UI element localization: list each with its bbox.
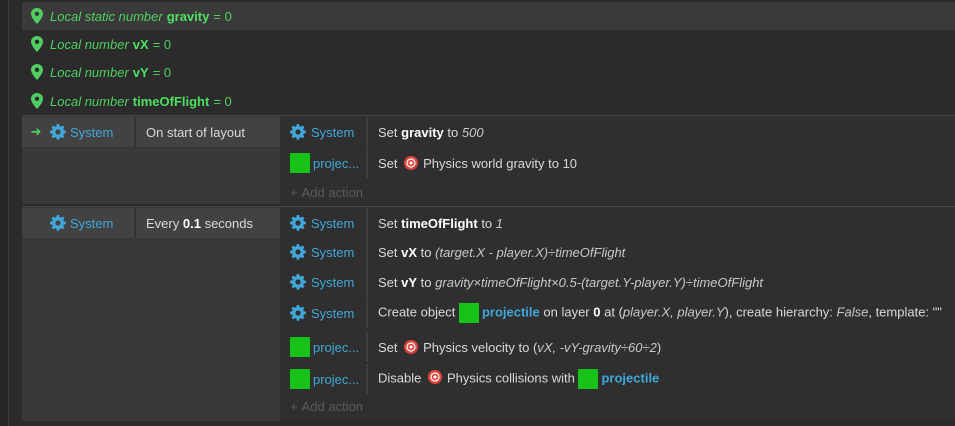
gear-icon [50, 124, 66, 140]
action-object-label: projec... [313, 339, 360, 355]
action-text: Set gravity to 500 [378, 124, 484, 140]
action-object[interactable]: projec... [280, 364, 368, 394]
gear-icon [290, 274, 306, 290]
variable-row[interactable]: Local static number gravity = 0 [22, 2, 955, 31]
variable-value: = 0 [213, 8, 232, 24]
physics-behavior-icon [427, 370, 442, 385]
gear-icon [290, 124, 306, 140]
variable-name: gravity [166, 8, 210, 24]
action-row[interactable]: System Set vY to gravity×timeOfFlight×0.… [280, 267, 955, 297]
action-text: Set Physics world gravity to 10 [378, 156, 578, 171]
variable-keyword: Local number [50, 93, 129, 109]
variable-value: = 0 [152, 64, 172, 80]
add-action-button[interactable]: + Add action [290, 185, 367, 200]
gear-icon [290, 244, 306, 260]
condition-object[interactable]: ➜ System [22, 117, 136, 147]
action-object[interactable]: System [280, 117, 368, 147]
physics-behavior-icon [404, 340, 419, 354]
variable-value: = 0 [152, 36, 172, 52]
projectile-sprite-icon [578, 369, 599, 389]
gear-icon [290, 215, 306, 231]
event-block[interactable]: ➜ System On start of layout System Set g… [22, 115, 955, 204]
plus-icon: + [290, 185, 298, 200]
location-pin-icon [31, 93, 43, 109]
event-block[interactable]: System Every 0.1 seconds System Set time… [22, 206, 955, 421]
condition-row[interactable]: System Every 0.1 seconds [22, 208, 280, 238]
condition-column: System Every 0.1 seconds [22, 207, 280, 421]
action-row[interactable]: System Set timeOfFlight to 1 [280, 208, 955, 238]
action-text: Set vX to (target.X - player.X)÷timeOfFl… [378, 244, 626, 260]
variable-row[interactable]: Local number vY = 0 [22, 58, 955, 86]
action-object[interactable]: System [280, 208, 368, 238]
action-object-label: projec... [313, 155, 360, 171]
action-row[interactable]: projec... Set Physics velocity to (vX, -… [280, 332, 955, 362]
location-pin-icon [31, 64, 43, 80]
physics-behavior-icon [404, 156, 419, 170]
action-row[interactable]: System Set vX to (target.X - player.X)÷t… [280, 237, 955, 267]
action-object-label: System [311, 305, 355, 321]
variable-value: = 0 [213, 93, 232, 109]
action-object-label: System [311, 215, 355, 231]
action-object-label: projec... [313, 371, 360, 387]
condition-text: On start of layout [146, 124, 245, 140]
action-row[interactable]: projec... Disable Physics collisions wit… [280, 364, 955, 394]
location-pin-icon [31, 36, 43, 52]
condition-column: ➜ System On start of layout [22, 116, 280, 204]
action-object[interactable]: System [280, 267, 368, 297]
event-sheet: Local static number gravity = 0 Local nu… [22, 0, 955, 426]
plus-icon: + [290, 399, 298, 414]
action-text: Set vY to gravity×timeOfFlight×0.5-(targ… [378, 274, 764, 290]
action-column: System Set timeOfFlight to 1 System Set … [280, 207, 955, 421]
action-object[interactable]: System [280, 237, 368, 267]
left-gutter [0, 0, 9, 426]
action-object[interactable]: projec... [280, 148, 368, 178]
action-row[interactable]: projec... Set Physics world gravity to 1… [280, 148, 955, 178]
variable-name: timeOfFlight [132, 93, 210, 109]
gear-icon [290, 305, 306, 321]
trigger-arrow-icon: ➜ [30, 124, 42, 139]
variable-row[interactable]: Local number vX = 0 [22, 30, 955, 58]
action-text: Set Physics velocity to (vX, -vY-gravity… [378, 340, 662, 355]
projectile-sprite-icon [290, 369, 310, 389]
variable-keyword: Local number [50, 36, 129, 52]
projectile-sprite-icon [290, 153, 310, 173]
variable-keyword: Local number [50, 64, 129, 80]
action-object[interactable]: System [280, 298, 368, 328]
action-object-label: System [311, 244, 355, 260]
action-row[interactable]: System Create object projectile on layer… [280, 298, 955, 328]
variable-keyword: Local static number [50, 8, 163, 24]
projectile-sprite-icon [458, 303, 479, 323]
condition-object[interactable]: System [22, 208, 136, 238]
system-label: System [70, 215, 114, 231]
variable-name: vX [132, 36, 149, 52]
location-pin-icon [31, 8, 43, 24]
gear-icon [50, 215, 66, 231]
action-text: Disable Physics collisions with projecti… [368, 369, 659, 389]
condition-row[interactable]: ➜ System On start of layout [22, 117, 280, 147]
add-action-button[interactable]: + Add action [290, 399, 367, 414]
projectile-sprite-icon [290, 337, 310, 357]
system-label: System [70, 124, 114, 140]
variable-name: vY [132, 64, 149, 80]
action-object-label: System [311, 274, 355, 290]
variable-row[interactable]: Local number timeOfFlight = 0 [22, 87, 955, 115]
action-text: Set timeOfFlight to 1 [378, 215, 504, 231]
action-object[interactable]: projec... [280, 332, 368, 362]
action-row[interactable]: System Set gravity to 500 [280, 117, 955, 147]
action-text: Create object projectile on layer 0 at (… [368, 303, 942, 323]
action-object-label: System [311, 124, 355, 140]
condition-text: Every 0.1 seconds [146, 215, 253, 231]
action-column: System Set gravity to 500 projec... Set … [280, 116, 955, 204]
